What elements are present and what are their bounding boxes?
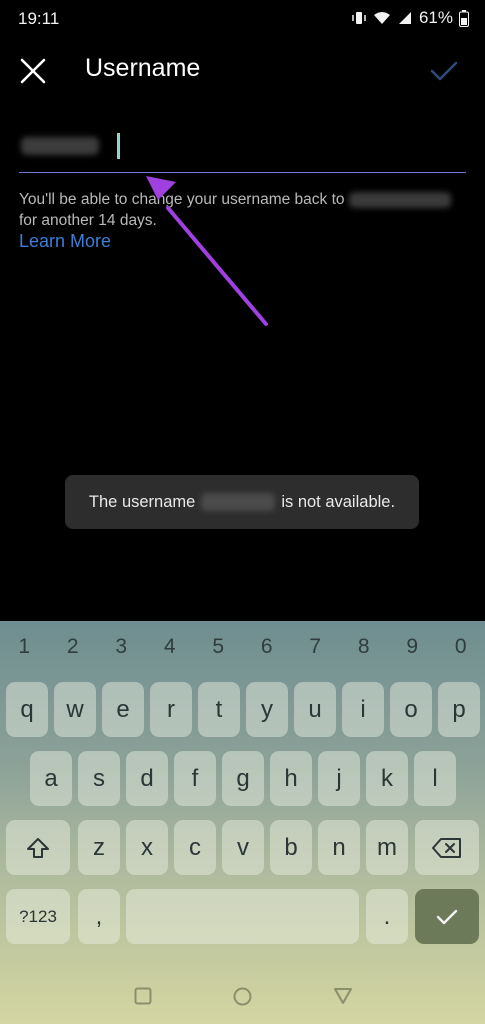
key-x[interactable]: x xyxy=(126,820,168,875)
key-h[interactable]: h xyxy=(270,751,312,806)
square-icon xyxy=(134,987,152,1005)
check-icon xyxy=(430,61,458,81)
key-6[interactable]: 6 xyxy=(243,635,292,665)
learn-more-link[interactable]: Learn More xyxy=(19,231,111,252)
backspace-icon xyxy=(432,837,461,858)
wifi-icon xyxy=(373,10,391,26)
key-u[interactable]: u xyxy=(294,682,336,737)
shift-key[interactable] xyxy=(6,820,70,875)
battery-icon xyxy=(459,9,469,27)
key-8[interactable]: 8 xyxy=(340,635,389,665)
shift-icon xyxy=(27,837,49,858)
username-value-redacted xyxy=(21,137,99,155)
header: Username xyxy=(0,40,485,100)
text-caret xyxy=(117,133,120,159)
key-k[interactable]: k xyxy=(366,751,408,806)
key-e[interactable]: e xyxy=(102,682,144,737)
symbols-key[interactable]: ?123 xyxy=(6,889,70,944)
toast-prefix: The username xyxy=(88,492,196,511)
space-key[interactable] xyxy=(126,889,359,944)
helper-line-2: for another 14 days. xyxy=(19,212,157,229)
signal-icon xyxy=(397,10,413,26)
battery-percent: 61% xyxy=(418,8,453,27)
key-v[interactable]: v xyxy=(222,820,264,875)
close-icon xyxy=(20,58,46,84)
recents-button[interactable] xyxy=(134,987,152,1010)
key-w[interactable]: w xyxy=(54,682,96,737)
key-d[interactable]: d xyxy=(126,751,168,806)
triangle-icon xyxy=(334,988,352,1004)
key-comma[interactable]: , xyxy=(78,889,120,944)
backspace-key[interactable] xyxy=(415,820,479,875)
key-2[interactable]: 2 xyxy=(49,635,98,665)
close-button[interactable] xyxy=(14,52,52,90)
key-a[interactable]: a xyxy=(30,751,72,806)
nav-bar xyxy=(0,960,485,1024)
key-t[interactable]: t xyxy=(198,682,240,737)
toast-message: The username is not available. xyxy=(65,475,419,529)
key-period[interactable]: . xyxy=(366,889,408,944)
circle-icon xyxy=(233,987,252,1006)
key-r[interactable]: r xyxy=(150,682,192,737)
key-l[interactable]: l xyxy=(414,751,456,806)
toast-username-redacted xyxy=(201,493,276,511)
back-button[interactable] xyxy=(333,987,353,1010)
key-q[interactable]: q xyxy=(6,682,48,737)
check-icon xyxy=(436,909,458,924)
key-9[interactable]: 9 xyxy=(388,635,437,665)
previous-username-redacted xyxy=(348,191,451,208)
key-p[interactable]: p xyxy=(438,682,480,737)
key-b[interactable]: b xyxy=(270,820,312,875)
home-button[interactable] xyxy=(233,987,252,1011)
key-y[interactable]: y xyxy=(246,682,288,737)
status-bar: 19:11 61% xyxy=(0,0,485,38)
status-time: 19:11 xyxy=(18,9,60,28)
key-4[interactable]: 4 xyxy=(146,635,195,665)
key-s[interactable]: s xyxy=(78,751,120,806)
number-row: 1 2 3 4 5 6 7 8 9 0 xyxy=(0,635,485,665)
key-0[interactable]: 0 xyxy=(437,635,485,665)
page-title: Username xyxy=(85,54,201,82)
key-5[interactable]: 5 xyxy=(194,635,243,665)
key-z[interactable]: z xyxy=(78,820,120,875)
key-f[interactable]: f xyxy=(174,751,216,806)
enter-key[interactable] xyxy=(415,889,479,944)
key-1[interactable]: 1 xyxy=(0,635,49,665)
username-input[interactable] xyxy=(19,125,466,173)
key-m[interactable]: m xyxy=(366,820,408,875)
key-o[interactable]: o xyxy=(390,682,432,737)
key-3[interactable]: 3 xyxy=(97,635,146,665)
key-g[interactable]: g xyxy=(222,751,264,806)
key-c[interactable]: c xyxy=(174,820,216,875)
status-icons: 61% xyxy=(351,8,469,28)
key-j[interactable]: j xyxy=(318,751,360,806)
toast-suffix: is not available. xyxy=(281,492,396,511)
vibrate-icon xyxy=(351,10,367,26)
annotation-arrow-icon xyxy=(146,176,268,326)
key-n[interactable]: n xyxy=(318,820,360,875)
key-i[interactable]: i xyxy=(342,682,384,737)
key-7[interactable]: 7 xyxy=(291,635,340,665)
confirm-button[interactable] xyxy=(425,52,463,90)
